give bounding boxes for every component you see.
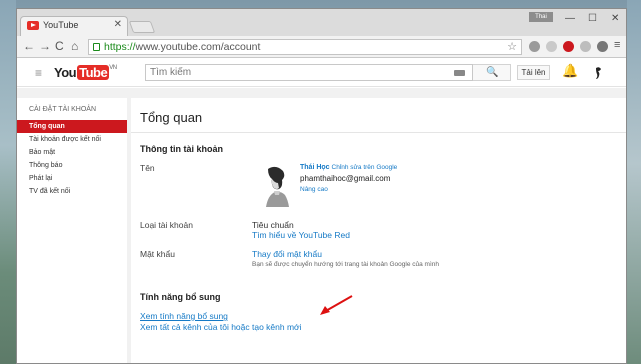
guide-menu-icon[interactable]: ≡	[35, 66, 42, 80]
browser-toolbar: ← → C ⌂ https://www.youtube.com/account …	[17, 36, 626, 58]
sidebar-item-overview[interactable]: Tổng quan	[17, 120, 127, 133]
profile-name-line: Thái Học Chỉnh sửa trên Google	[300, 164, 397, 171]
sidebar-item-notifications[interactable]: Thông báo	[17, 159, 127, 172]
forward-icon[interactable]: →	[39, 39, 51, 53]
name-label: Tên	[140, 163, 155, 173]
tab-title: YouTube	[43, 20, 79, 30]
page-body: CÀI ĐẶT TÀI KHOẢN Tổng quan Tài khoản đư…	[17, 88, 626, 363]
sidebar-item-connected-tvs[interactable]: TV đã kết nối	[17, 185, 127, 198]
change-password-link[interactable]: Thay đổi mật khẩu	[252, 249, 322, 259]
youtube-favicon-icon	[27, 21, 39, 30]
account-info-heading: Thông tin tài khoản	[140, 144, 223, 154]
lock-icon	[93, 43, 100, 51]
sidebar-heading: CÀI ĐẶT TÀI KHOẢN	[29, 106, 97, 113]
new-tab-button[interactable]	[128, 21, 156, 33]
edit-on-google-link[interactable]: Chỉnh sửa trên Google	[332, 164, 398, 171]
account-avatar[interactable]	[593, 66, 603, 80]
search-icon: 🔍	[486, 67, 499, 78]
bookmark-star-icon[interactable]: ☆	[507, 40, 517, 53]
settings-sidebar: CÀI ĐẶT TÀI KHOẢN Tổng quan Tài khoản đư…	[17, 98, 127, 363]
account-type-value: Tiêu chuẩn	[252, 220, 294, 230]
password-label: Mật khẩu	[140, 249, 175, 259]
extension-icon[interactable]	[597, 41, 608, 52]
extension-icon[interactable]	[580, 41, 591, 52]
search-placeholder: Tìm kiếm	[150, 67, 192, 78]
all-channels-link[interactable]: Xem tất cả kênh của tôi hoặc tạo kênh mớ…	[140, 322, 302, 332]
browser-tab[interactable]: YouTube ✕	[20, 16, 128, 36]
advanced-link[interactable]: Nâng cao	[300, 186, 328, 193]
menu-icon[interactable]: ≡	[614, 39, 620, 51]
tab-close-icon[interactable]: ✕	[114, 19, 122, 30]
extra-features-heading: Tính năng bổ sung	[140, 292, 221, 302]
search-button[interactable]: 🔍	[473, 64, 511, 81]
youtube-logo[interactable]: You Tube VN	[54, 65, 117, 80]
extension-icon[interactable]	[546, 41, 557, 52]
extra-features-link[interactable]: Xem tính năng bổ sung	[140, 311, 228, 321]
profile-badge[interactable]: Thai	[529, 12, 553, 22]
browser-window: YouTube ✕ Thai — ☐ ✕ ← → C ⌂ https://www…	[16, 8, 627, 364]
youtube-header: ≡ You Tube VN Tìm kiếm 🔍 Tải lên 🔔	[17, 59, 626, 87]
overview-panel: Tổng quan Thông tin tài khoản Tên Thái H…	[131, 98, 626, 363]
url-text: https://www.youtube.com/account	[104, 41, 261, 53]
desktop-background-right	[627, 0, 641, 364]
minimize-icon[interactable]: —	[565, 13, 575, 24]
home-icon[interactable]: ⌂	[71, 39, 78, 53]
sidebar-item-security[interactable]: Bảo mật	[17, 146, 127, 159]
search-input[interactable]: Tìm kiếm	[145, 64, 473, 81]
notification-bell-icon[interactable]: 🔔	[562, 63, 578, 79]
password-note: Bạn sẽ được chuyển hướng tới trang tài k…	[252, 261, 439, 268]
reload-icon[interactable]: C	[55, 39, 64, 53]
sidebar-item-playback[interactable]: Phát lại	[17, 172, 127, 185]
annotation-arrow-icon	[320, 295, 353, 315]
title-divider	[131, 132, 626, 133]
profile-photo	[258, 165, 292, 207]
upload-button[interactable]: Tải lên	[517, 65, 550, 80]
account-type-label: Loại tài khoản	[140, 220, 193, 230]
window-close-icon[interactable]: ✕	[611, 13, 619, 24]
adblock-icon[interactable]	[563, 41, 574, 52]
tab-strip: YouTube ✕ Thai — ☐ ✕	[17, 9, 626, 36]
desktop-background-left	[0, 0, 16, 364]
page-title: Tổng quan	[140, 110, 203, 125]
user-name[interactable]: Thái Học	[300, 164, 330, 171]
back-icon[interactable]: ←	[23, 39, 35, 53]
maximize-icon[interactable]: ☐	[588, 13, 597, 24]
user-email: phamthaihoc@gmail.com	[300, 174, 391, 183]
sidebar-item-connected-accounts[interactable]: Tài khoản được kết nối	[17, 133, 127, 146]
extension-icon[interactable]	[529, 41, 540, 52]
address-bar[interactable]: https://www.youtube.com/account ☆	[88, 39, 522, 55]
youtube-red-link[interactable]: Tìm hiểu về YouTube Red	[252, 230, 350, 240]
keyboard-icon[interactable]	[454, 70, 465, 76]
